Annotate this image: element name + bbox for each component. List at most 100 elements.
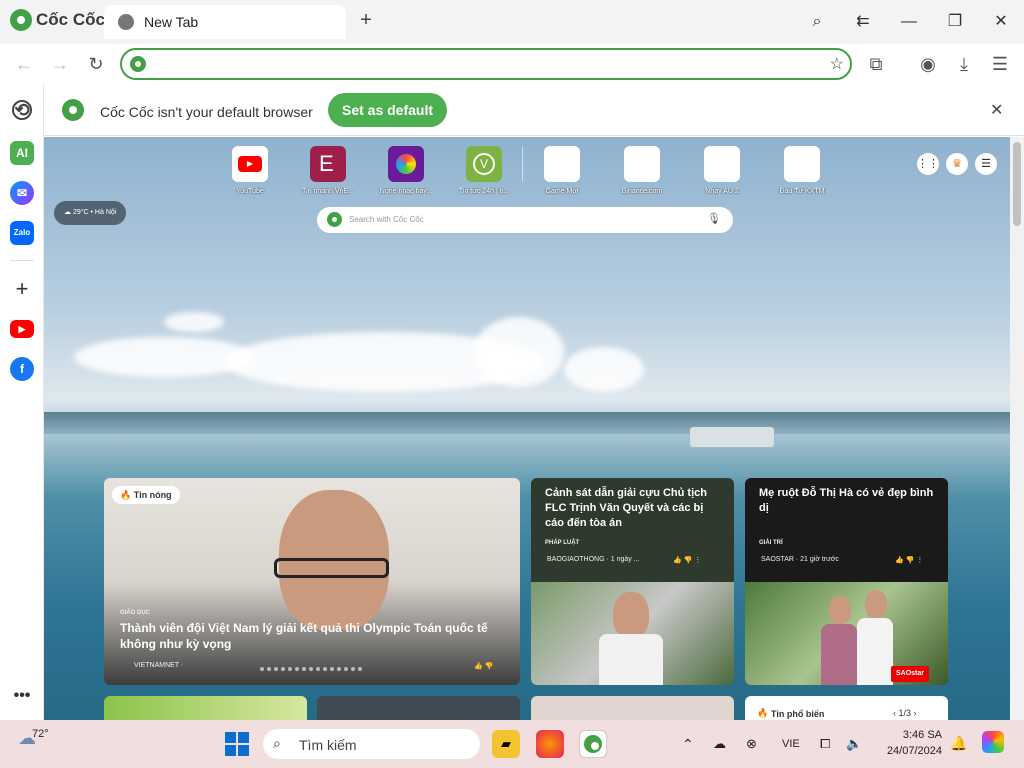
extensions-icon[interactable]: ⧉ <box>864 52 888 76</box>
news-title[interactable]: Cảnh sát dẫn giải cựu Chủ tịch FLC Trịnh… <box>545 486 725 531</box>
copilot-icon[interactable] <box>982 731 1004 753</box>
news-title[interactable]: Mẹ ruột Đỗ Thị Hà có vẻ đẹp bình dị <box>759 486 939 516</box>
taskbar-temp[interactable]: 72° <box>32 728 49 740</box>
browser-logo[interactable]: Cốc Cốc <box>10 9 105 31</box>
youtube-icon: ▶ <box>232 146 268 182</box>
address-bar[interactable]: ☆ <box>120 48 852 80</box>
notification-bell-icon[interactable]: 🔔 <box>950 735 967 752</box>
news-photo: SAOstar <box>745 582 948 685</box>
news-card-featured[interactable]: 🔥 Tin nóng GIÁO DỤC Thành viên đội Việt … <box>104 478 520 685</box>
vnexpress-icon: E <box>310 146 346 182</box>
bookmark-star-icon[interactable]: ☆ <box>830 54 844 74</box>
speed-dial-binance[interactable]: Binance.com <box>614 146 670 195</box>
back-list-icon[interactable]: ⇇ <box>851 10 875 34</box>
messenger-icon[interactable]: ✉ <box>10 181 34 205</box>
language-indicator[interactable]: VIE <box>782 738 800 750</box>
weather-widget[interactable]: ☁ 29°C • Hà Nội <box>54 201 127 225</box>
glasses <box>274 558 389 578</box>
close-circle-icon[interactable]: ⊗ <box>746 736 757 752</box>
network-icon[interactable]: ⧠ <box>820 736 830 752</box>
reload-button[interactable]: ↻ <box>84 52 108 76</box>
speed-dial-news24h[interactable]: V Tin tức 24h | ti... <box>456 146 512 195</box>
infobar-text: Cốc Cốc isn't your default browser <box>100 104 313 120</box>
speed-dial-music[interactable]: Nghe nhạc hay... <box>378 146 434 195</box>
music-icon <box>388 146 424 182</box>
cloud-rain-icon: ☁ <box>64 209 73 216</box>
history-icon[interactable]: ⟲ <box>12 100 32 120</box>
placeholder-icon <box>704 146 740 182</box>
ai-chat-icon[interactable]: AI <box>10 141 34 165</box>
speed-dial-vnexpress[interactable]: E Tin nhanh VnE... <box>300 146 356 195</box>
search-box[interactable]: Search with Cốc Cốc 🎙 <box>317 207 733 233</box>
news-card-3[interactable]: Mẹ ruột Đỗ Thị Hà có vẻ đẹp bình dị GIẢI… <box>745 478 948 685</box>
zalo-icon[interactable]: Zalo <box>10 221 34 245</box>
settings-sliders-icon[interactable]: ☰ <box>975 153 997 175</box>
new-tab-button[interactable]: + <box>356 10 376 30</box>
microphone-icon[interactable]: 🎙 <box>707 212 721 225</box>
news-card-row2-2[interactable] <box>317 696 520 720</box>
close-button[interactable]: ✕ <box>989 10 1013 34</box>
coccoc-logo-icon <box>10 9 32 31</box>
back-button[interactable]: ← <box>12 52 36 76</box>
hot-news-badge: 🔥 Tin nóng <box>112 486 180 504</box>
profile-icon[interactable]: ◉ <box>916 52 940 76</box>
popular-pager[interactable]: ‹ 1/3 › <box>893 708 917 718</box>
more-icon[interactable]: ••• <box>10 684 34 708</box>
firefox-icon[interactable] <box>536 730 564 758</box>
search-icon: ⌕ <box>273 735 281 751</box>
tab-favicon-icon <box>118 14 134 30</box>
speed-dial-youtube[interactable]: ▶ YouTube <box>222 146 278 195</box>
like-dislike-icons[interactable]: 👍 👎 ⋮ <box>673 556 701 564</box>
scrollbar-thumb[interactable] <box>1013 142 1021 226</box>
youtube-sidebar-icon[interactable]: ▶ <box>10 320 34 338</box>
like-dislike-icons[interactable]: 👍 👎 ⋮ <box>895 556 923 564</box>
cloud <box>164 312 224 332</box>
carousel-dots[interactable] <box>260 667 362 671</box>
news-source: SAOSTAR · 21 giờ trước <box>761 556 839 563</box>
coccoc-taskbar-icon[interactable] <box>579 730 607 758</box>
coccoc-omnibox-icon <box>130 56 146 72</box>
taskbar-search[interactable]: ⌕ Tìm kiếm <box>263 729 480 759</box>
news-title[interactable]: Thành viên đội Việt Nam lý giải kết quả … <box>120 620 490 652</box>
clock-time[interactable]: 3:46 SA <box>872 729 942 741</box>
news-card-2[interactable]: Cảnh sát dẫn giải cựu Chủ tịch FLC Trịnh… <box>531 478 734 685</box>
windows-start-icon[interactable] <box>225 732 249 756</box>
popular-news-card[interactable]: 🔥 Tin phổ biến ‹ 1/3 › <box>745 696 948 720</box>
news-card-row2-3[interactable] <box>531 696 734 720</box>
speed-dial-game-moi[interactable]: Game Mới <box>534 146 590 195</box>
search-tabs-icon[interactable]: ⌕ <box>805 10 829 34</box>
boat <box>690 427 774 447</box>
cloud <box>564 347 644 392</box>
cloud-off-icon[interactable]: ☁ <box>713 736 726 752</box>
chevron-up-icon[interactable]: ⌃ <box>682 736 694 753</box>
infobar-close-icon[interactable]: ✕ <box>990 100 1003 120</box>
cloud <box>474 317 564 387</box>
clock-date[interactable]: 24/07/2024 <box>872 745 942 757</box>
placeholder-icon <box>624 146 660 182</box>
download-icon[interactable]: ⤓ <box>952 52 976 76</box>
menu-icon[interactable]: ☰ <box>988 52 1012 76</box>
address-input[interactable] <box>152 54 812 74</box>
tab-title: New Tab <box>144 14 199 30</box>
flame-icon: 🔥 <box>757 708 769 718</box>
file-explorer-icon[interactable]: ▰ <box>492 730 520 758</box>
forward-button[interactable]: → <box>48 52 72 76</box>
speed-dial-nhay-au[interactable]: Nhảy AU 2 <box>694 146 750 195</box>
crown-icon[interactable]: ♛ <box>946 153 968 175</box>
minimize-button[interactable]: — <box>897 10 921 34</box>
facebook-icon[interactable]: f <box>10 357 34 381</box>
add-app-icon[interactable]: + <box>10 277 34 301</box>
infobar-coccoc-icon <box>62 99 84 121</box>
news-category: GIẢI TRÍ <box>759 540 783 546</box>
saostar-watermark: SAOstar <box>891 666 930 682</box>
taskbar-search-placeholder: Tìm kiếm <box>299 737 357 753</box>
set-default-button[interactable]: Set as default <box>328 93 447 127</box>
apps-grid-icon[interactable]: ⋮⋮ <box>917 153 939 175</box>
speed-dial-dau-tu[interactable]: Đầu Tư KXTM <box>774 146 830 195</box>
news-photo <box>531 582 734 685</box>
volume-icon[interactable]: 🔈 <box>846 736 862 752</box>
like-dislike-icons[interactable]: 👍 👎 <box>474 662 493 670</box>
news-card-row2-1[interactable] <box>104 696 307 720</box>
maximize-button[interactable]: ❐ <box>943 10 967 34</box>
tab-new-tab[interactable]: New Tab <box>104 5 346 39</box>
